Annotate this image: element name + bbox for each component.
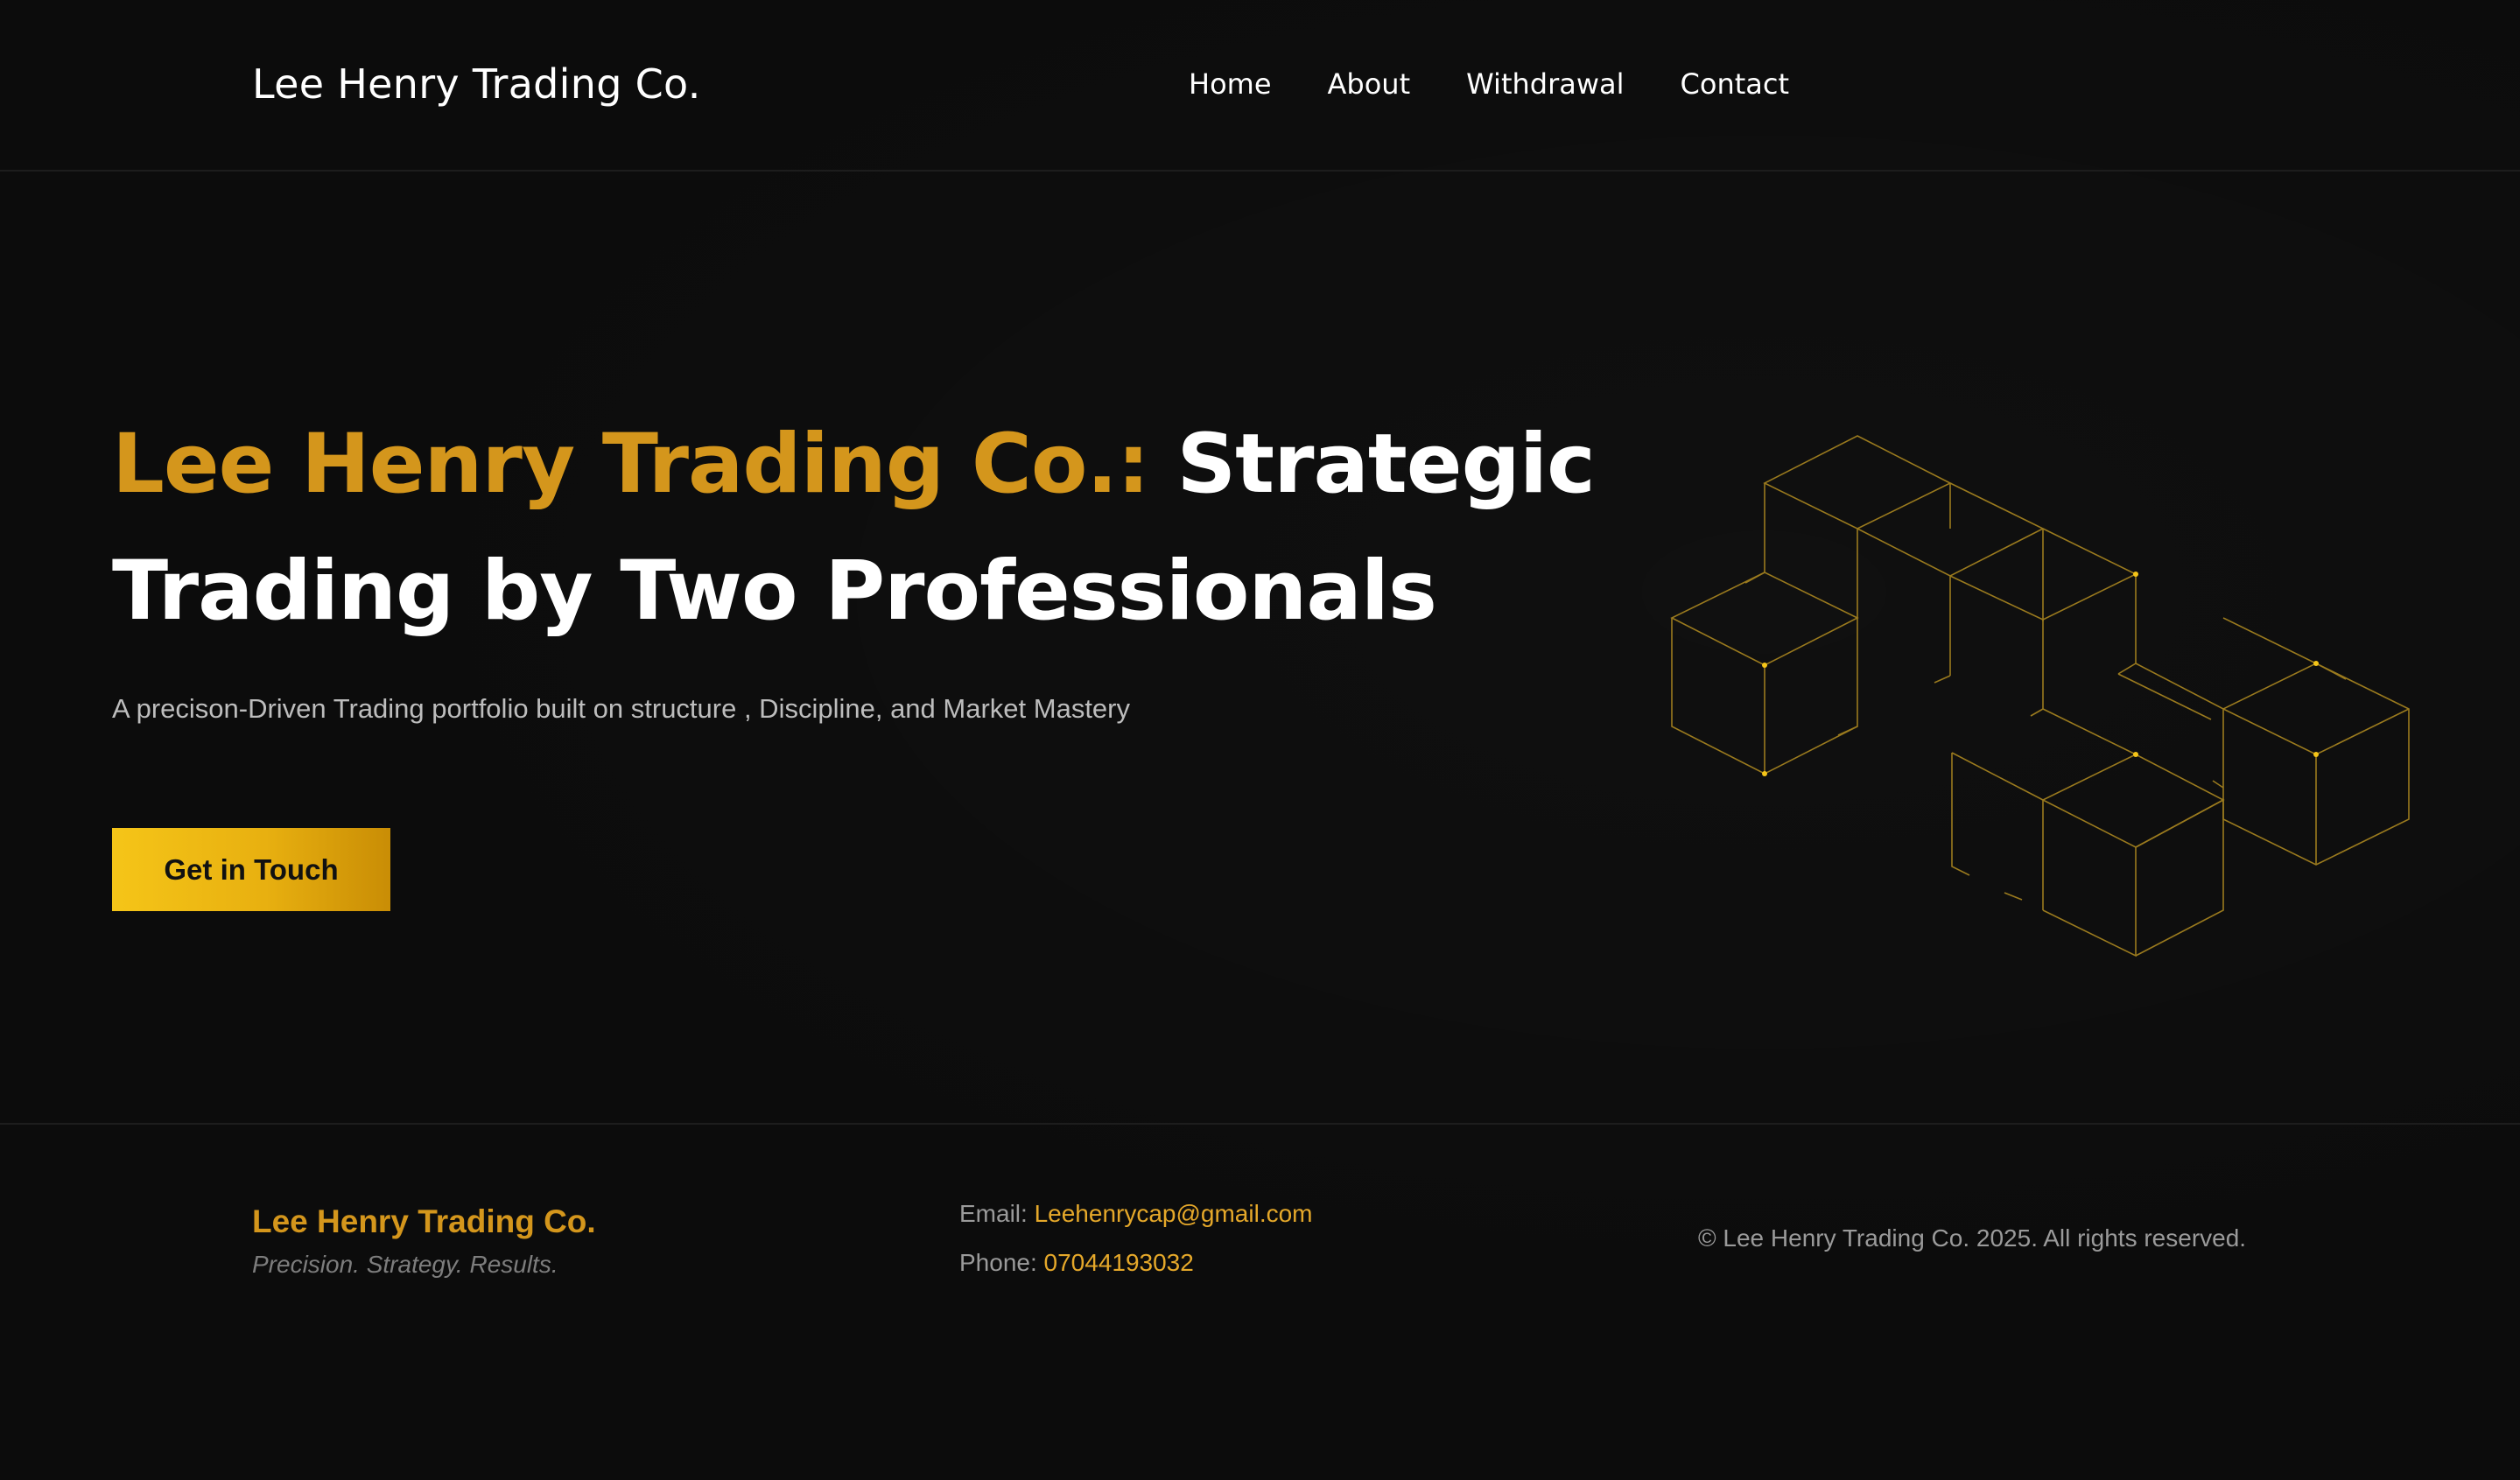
hero-title: Lee Henry Trading Co.: Strategic Trading… <box>112 401 1600 655</box>
footer-tagline: Precision. Strategy. Results. <box>252 1251 558 1278</box>
nav-home-link[interactable]: Home <box>1189 65 1272 103</box>
isometric-cubes-graphic <box>1670 435 2410 957</box>
site-footer: Lee Henry Trading Co. Precision. Strateg… <box>0 1123 2520 1480</box>
nav-about-link[interactable]: About <box>1328 65 1411 103</box>
nav-withdrawal-link[interactable]: Withdrawal <box>1466 65 1624 103</box>
get-in-touch-button[interactable]: Get in Touch <box>112 828 390 911</box>
email-label: Email: <box>959 1200 1028 1227</box>
footer-copyright: © Lee Henry Trading Co. 2025. All rights… <box>1698 1224 2247 1252</box>
hero-subtitle: A precison-Driven Trading portfolio buil… <box>112 693 1130 724</box>
main-nav: Home About Withdrawal Contact <box>1189 65 1789 103</box>
hero-title-accent: Lee Henry Trading Co.: <box>112 417 1150 512</box>
footer-phone: Phone: 07044193032 <box>959 1245 1194 1280</box>
nav-contact-link[interactable]: Contact <box>1681 65 1790 103</box>
footer-email: Email: Leehenrycap@gmail.com <box>959 1196 1313 1231</box>
email-link[interactable]: Leehenrycap@gmail.com <box>1035 1200 1313 1227</box>
site-header: Lee Henry Trading Co. Home About Withdra… <box>0 0 2520 172</box>
phone-link[interactable]: 07044193032 <box>1044 1249 1194 1276</box>
site-brand[interactable]: Lee Henry Trading Co. <box>252 58 701 110</box>
phone-label: Phone: <box>959 1249 1037 1276</box>
page: Lee Henry Trading Co. Home About Withdra… <box>0 0 2520 1480</box>
footer-brand: Lee Henry Trading Co. <box>252 1203 596 1239</box>
